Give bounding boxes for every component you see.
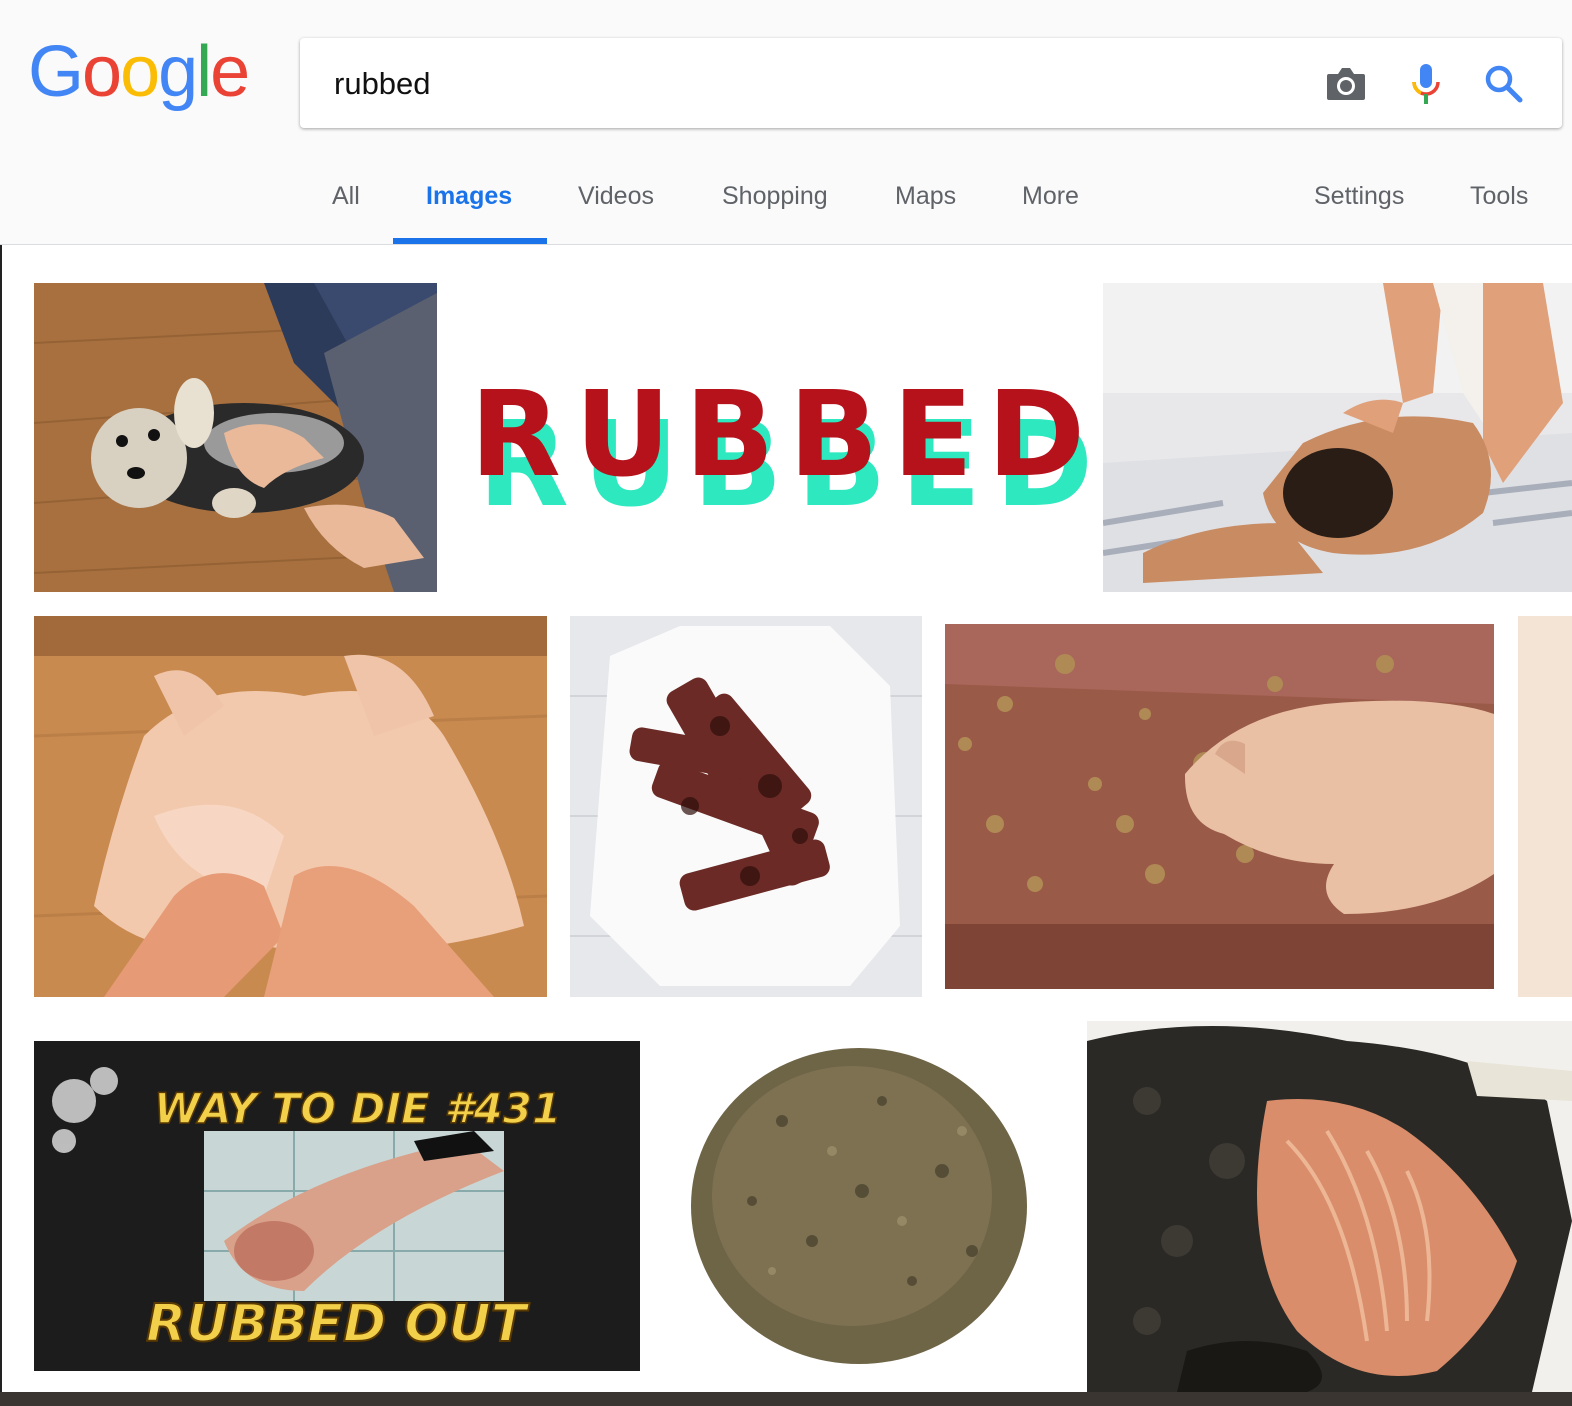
video-title: WAY TO DIE #431 [154, 1084, 561, 1133]
image-result-ribs[interactable] [570, 616, 922, 997]
tab-videos[interactable]: Videos [578, 182, 654, 211]
image-result-rubbed-logo[interactable]: RUBBED RUBBED [450, 283, 1090, 592]
microphone-icon[interactable] [1404, 62, 1448, 106]
logo-letter: l [196, 32, 212, 112]
tab-tools[interactable]: Tools [1470, 182, 1528, 211]
logo-letter: e [210, 32, 250, 112]
search-box [300, 38, 1562, 128]
tab-images[interactable]: Images [426, 182, 512, 211]
search-icon[interactable] [1482, 62, 1526, 106]
image-result-video-way-to-die[interactable]: WAY TO DIE #431 RUBBED OUT [34, 1041, 640, 1371]
image-result-partial[interactable] [1518, 616, 1572, 997]
camera-icon[interactable] [1324, 62, 1368, 106]
image-result-spice-pile[interactable] [662, 1021, 1062, 1392]
tab-maps[interactable]: Maps [895, 182, 956, 211]
search-input[interactable] [332, 60, 1236, 108]
image-result-massage[interactable] [1103, 283, 1572, 592]
tab-more[interactable]: More [1022, 182, 1079, 211]
video-subtitle: RUBBED OUT [146, 1294, 530, 1354]
logo-letter: g [158, 32, 198, 112]
rubbed-logo-text: RUBBED [470, 365, 1090, 503]
tab-shopping[interactable]: Shopping [722, 182, 828, 211]
tab-settings[interactable]: Settings [1314, 182, 1404, 211]
logo-letter: o [120, 32, 160, 112]
google-logo[interactable]: Google [28, 32, 250, 112]
search-tabs: All Images Videos Shopping Maps More Set… [0, 170, 1572, 244]
tab-all[interactable]: All [332, 182, 360, 211]
image-result-spice-rub-meat[interactable] [945, 624, 1494, 989]
image-result-dog-belly-rub[interactable] [34, 283, 437, 592]
logo-letter: G [28, 32, 84, 112]
active-tab-indicator [393, 238, 547, 244]
window-bottom-edge [0, 1392, 1572, 1406]
image-result-pulled-pork[interactable] [1087, 1021, 1572, 1392]
image-result-chicken-rub[interactable] [34, 616, 547, 997]
search-header: Google All Images Videos Shopping Maps M… [0, 0, 1572, 245]
logo-letter: o [82, 32, 122, 112]
